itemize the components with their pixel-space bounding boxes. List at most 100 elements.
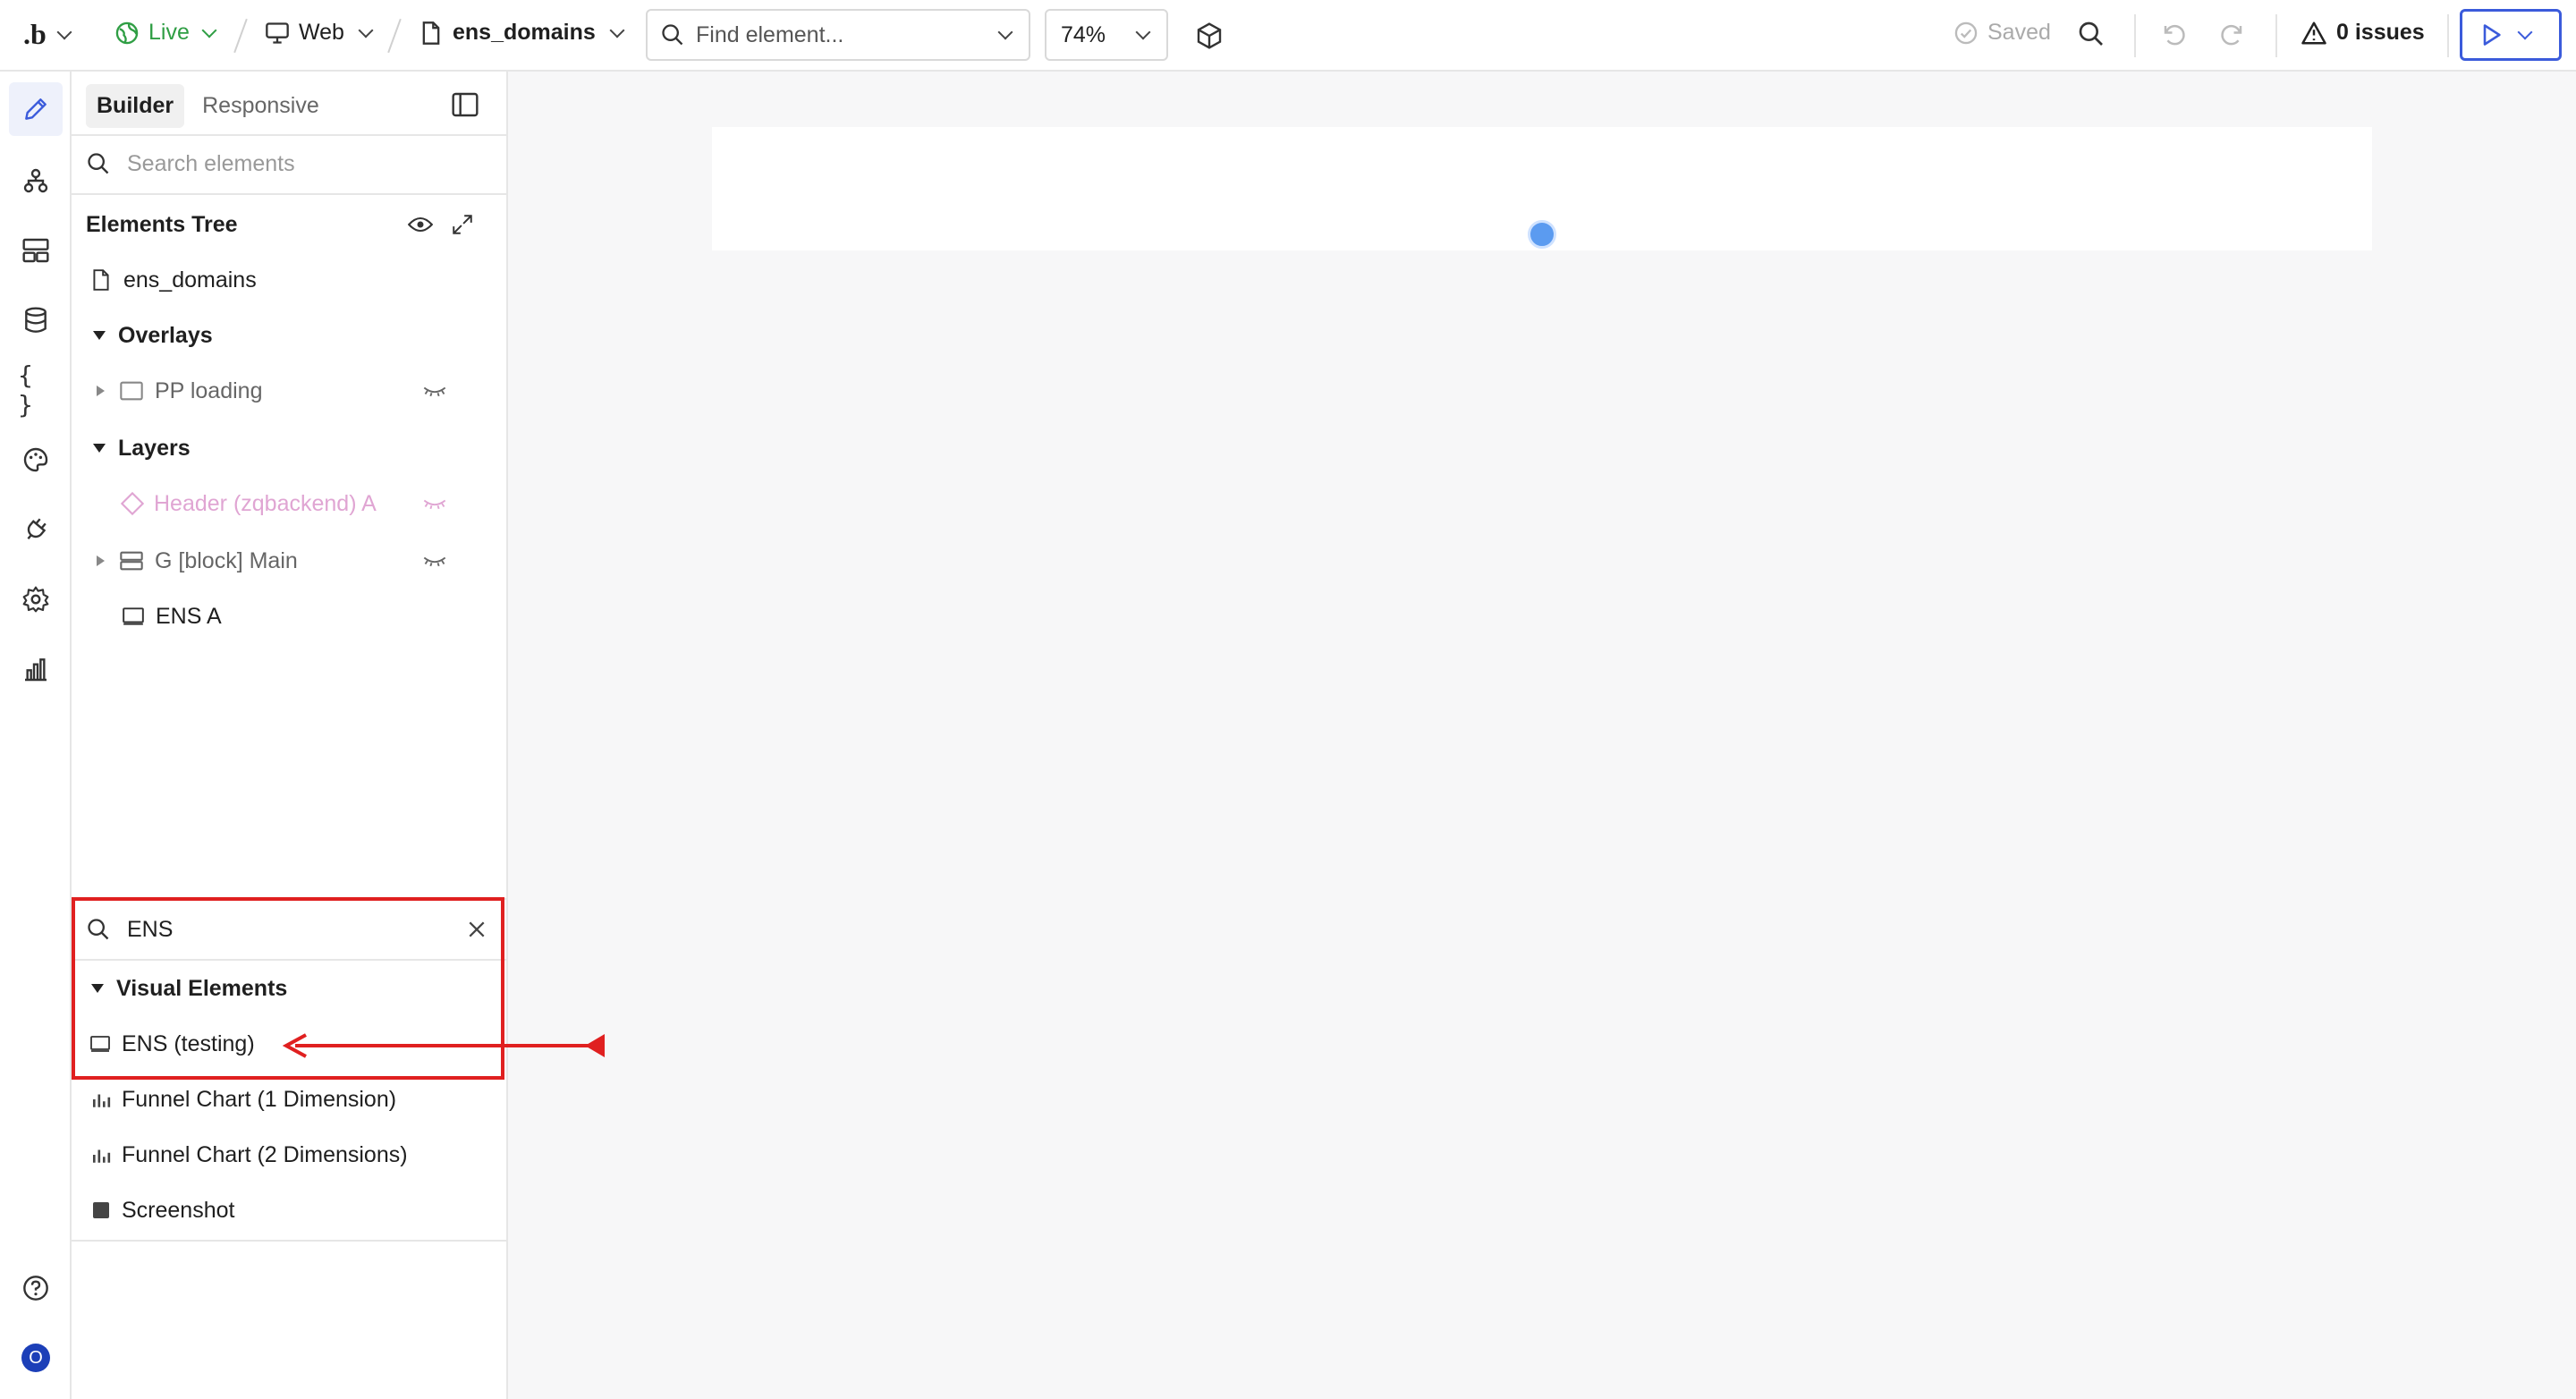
- eye-closed-icon[interactable]: [422, 496, 447, 511]
- search-icon: [88, 919, 109, 940]
- plugins-tab-button[interactable]: [18, 512, 54, 547]
- chevron-down-icon: [201, 22, 217, 38]
- tree-item-group-main[interactable]: G [block] Main: [72, 533, 508, 589]
- elements-tree-header: Elements Tree: [72, 197, 508, 252]
- redo-icon: [2221, 25, 2242, 46]
- top-bar: .b Live Web ens_domains Find element...: [0, 0, 2576, 72]
- tree-group-overlays[interactable]: Overlays: [72, 308, 508, 363]
- close-icon[interactable]: [467, 920, 487, 939]
- saved-label: Saved: [1987, 20, 2051, 45]
- issues-button[interactable]: 0 issues: [2301, 20, 2425, 46]
- styles-tab-button[interactable]: [18, 442, 54, 478]
- avatar: O: [21, 1344, 50, 1372]
- eye-icon[interactable]: [408, 215, 433, 234]
- design-canvas[interactable]: [508, 72, 2576, 1399]
- layout-icon: [22, 238, 49, 263]
- chevron-down-icon: [609, 22, 625, 38]
- resize-handle[interactable]: [1528, 220, 1556, 249]
- page-dropdown[interactable]: ens_domains: [420, 20, 625, 46]
- divider: [387, 18, 402, 54]
- design-tab-button[interactable]: [9, 82, 63, 136]
- find-element-placeholder: Find element...: [696, 21, 844, 47]
- platform-label: Web: [299, 20, 344, 45]
- tab-responsive[interactable]: Responsive: [191, 84, 330, 128]
- settings-tab-button[interactable]: [18, 581, 54, 617]
- caret-down-icon: [93, 331, 106, 340]
- preview-button[interactable]: [2460, 9, 2562, 61]
- tree-item-page[interactable]: ens_domains: [72, 252, 508, 308]
- add-item-screenshot[interactable]: Screenshot: [72, 1183, 508, 1238]
- section-label: Visual Elements: [116, 975, 288, 1001]
- divider: [72, 1240, 508, 1242]
- warning-icon: [2301, 21, 2326, 44]
- caret-down-icon: [91, 984, 104, 993]
- tree-item-label: G [block] Main: [155, 547, 298, 573]
- tab-builder[interactable]: Builder: [86, 84, 185, 128]
- platform-dropdown[interactable]: Web: [265, 20, 374, 46]
- page-icon: [93, 269, 109, 291]
- chevron-down-icon: [1135, 24, 1151, 40]
- divider: [233, 18, 248, 54]
- braces-icon: { }: [18, 360, 33, 420]
- saved-status: Saved: [1953, 20, 2051, 46]
- add-element-search-value: ENS: [127, 916, 174, 942]
- cube-icon: [1197, 22, 1222, 49]
- search-icon: [88, 153, 109, 174]
- square-icon: [93, 1202, 109, 1218]
- 3d-view-button[interactable]: [1195, 21, 1224, 50]
- page-icon: [422, 21, 440, 45]
- tree-item-label: ens_domains: [123, 267, 257, 293]
- expand-icon[interactable]: [451, 213, 474, 236]
- zoom-dropdown[interactable]: 74%: [1045, 9, 1168, 61]
- add-element-search[interactable]: ENS: [72, 902, 508, 957]
- tree-item-label: ENS A: [156, 603, 222, 629]
- code-tab-button[interactable]: { }: [18, 360, 54, 420]
- eye-closed-icon[interactable]: [422, 554, 447, 568]
- add-item-funnel-2d[interactable]: Funnel Chart (2 Dimensions): [72, 1127, 508, 1183]
- analytics-tab-button[interactable]: [18, 651, 54, 687]
- panel-tabs: Builder Responsive: [86, 84, 330, 128]
- toggle-panel-button[interactable]: [451, 91, 479, 123]
- undo-icon: [2164, 25, 2185, 46]
- add-item-funnel-1d[interactable]: Funnel Chart (1 Dimension): [72, 1072, 508, 1127]
- divider: [72, 898, 508, 900]
- app-menu[interactable]: .b: [23, 18, 72, 51]
- database-icon: [25, 307, 47, 333]
- tree-group-layers[interactable]: Layers: [72, 420, 508, 476]
- reusable-elements-button[interactable]: [18, 233, 54, 268]
- redo-button[interactable]: [2218, 21, 2245, 48]
- search-elements-input[interactable]: Search elements: [72, 136, 508, 191]
- annotation-arrow-line: [295, 1044, 599, 1047]
- zoom-value: 74%: [1061, 21, 1106, 47]
- live-label: Live: [148, 20, 190, 45]
- search-button[interactable]: [2077, 20, 2106, 48]
- data-tab-button[interactable]: [18, 302, 54, 338]
- elements-panel: Builder Responsive Search elements Eleme…: [72, 72, 508, 1399]
- caret-right-icon: [97, 386, 105, 396]
- divider: [72, 193, 508, 195]
- tree-item-ens[interactable]: ENS A: [72, 589, 508, 644]
- account-button[interactable]: O: [18, 1340, 54, 1376]
- issues-label: 0 issues: [2336, 20, 2425, 45]
- search-elements-placeholder: Search elements: [127, 150, 295, 176]
- reusable-element-icon: [120, 491, 145, 516]
- section-visual-elements[interactable]: Visual Elements: [72, 961, 508, 1016]
- monitor-icon: [266, 21, 289, 44]
- live-status-dropdown[interactable]: Live: [114, 20, 217, 46]
- find-element-input[interactable]: Find element...: [646, 9, 1030, 61]
- eye-closed-icon[interactable]: [422, 384, 447, 398]
- play-icon: [2483, 24, 2501, 46]
- chart-icon: [92, 1149, 111, 1163]
- tree-item-pp-loading[interactable]: PP loading: [72, 363, 508, 419]
- sidebar-icon: [452, 92, 479, 117]
- arrow-tail-triangle-icon: [585, 1034, 605, 1057]
- workflow-tab-button[interactable]: [18, 163, 54, 199]
- divider: [2134, 14, 2136, 57]
- add-item-label: ENS (testing): [122, 1030, 255, 1056]
- chevron-down-icon: [997, 24, 1013, 40]
- add-item-label: Screenshot: [122, 1197, 235, 1223]
- tree-item-header[interactable]: Header (zqbackend) A: [72, 476, 508, 531]
- help-button[interactable]: [18, 1270, 54, 1306]
- undo-button[interactable]: [2161, 21, 2188, 48]
- page-name: ens_domains: [453, 20, 596, 45]
